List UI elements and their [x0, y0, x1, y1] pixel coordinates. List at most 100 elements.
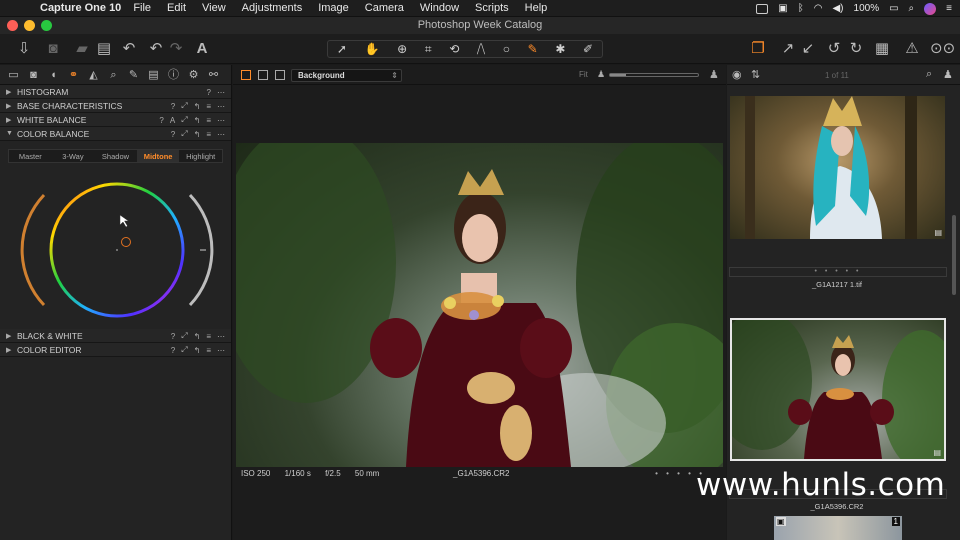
spotlight-icon[interactable]: ⌕	[909, 3, 915, 14]
layer-select[interactable]: Background	[291, 69, 402, 82]
exposure-warning-icon[interactable]: ⚠	[902, 39, 922, 59]
tab-highlight[interactable]: Highlight	[179, 150, 222, 162]
reset-icon[interactable]: ↺	[824, 39, 844, 59]
section-white-balance[interactable]: ▶ WHITE BALANCE ? A ⤢ ↰ ≡ ⋯	[0, 113, 231, 127]
local-adjust-tab-icon[interactable]: ✎	[125, 68, 142, 82]
battery-icon[interactable]: ▭	[889, 3, 898, 14]
spot-tool-icon[interactable]: ○	[503, 42, 510, 56]
details-tab-icon[interactable]: ⌕	[105, 68, 122, 82]
help-icon[interactable]: ?	[171, 346, 175, 355]
menu-icon[interactable]: ≡	[206, 346, 211, 355]
menu-image[interactable]: Image	[318, 2, 349, 14]
copy-icon[interactable]: ⤢	[181, 331, 187, 341]
metadata-tab-icon[interactable]: ⓘ	[165, 68, 182, 82]
menu-help[interactable]: Help	[525, 2, 548, 14]
camera-icon[interactable]: ◙	[43, 39, 63, 59]
expand-arrow-icon[interactable]: ▶	[6, 332, 17, 340]
redo-icon[interactable]: ↷	[166, 39, 186, 59]
collapse-arrow-icon[interactable]: ▼	[6, 130, 17, 137]
expand-arrow-icon[interactable]: ▶	[6, 346, 17, 354]
thumbnail-3[interactable]: ▣ 1	[774, 516, 902, 540]
thumbnail-2-selected[interactable]: ▤	[730, 318, 946, 461]
single-view-icon[interactable]	[258, 70, 268, 80]
crop-tool-icon[interactable]: ⌗	[425, 42, 432, 57]
multi-view-icon[interactable]	[241, 70, 251, 80]
import-icon[interactable]: ⇩	[14, 39, 34, 59]
eye-icon[interactable]: ◉	[732, 68, 742, 81]
search-icon[interactable]: ⌕	[926, 68, 932, 81]
select-tool-icon[interactable]: ➚	[337, 42, 347, 56]
exposure-tab-icon[interactable]: ◭	[85, 68, 102, 82]
more-icon[interactable]: ⋯	[217, 88, 225, 97]
help-icon[interactable]: ?	[171, 332, 175, 341]
adjustments-tab-icon[interactable]: ▤	[145, 68, 162, 82]
reset-icon[interactable]: ↰	[194, 102, 201, 111]
text-tool-icon[interactable]: A	[192, 39, 212, 59]
refresh-icon[interactable]: ↻	[846, 39, 866, 59]
tab-master[interactable]: Master	[9, 150, 52, 162]
trash-icon[interactable]: ▤	[94, 39, 114, 59]
output-tab-icon[interactable]: ⚙	[185, 68, 202, 82]
section-black-white[interactable]: ▶ BLACK & WHITE ? ⤢ ↰ ≡ ⋯	[0, 329, 231, 343]
copy-icon[interactable]: ⤢	[181, 345, 187, 355]
thumbnail-1[interactable]: ▤	[730, 96, 945, 239]
bluetooth-icon[interactable]: ᛒ	[798, 3, 804, 14]
copy-adjust-tool-icon[interactable]: ✐	[583, 42, 593, 56]
color-wheel-graphic[interactable]	[0, 163, 232, 323]
display-icon[interactable]	[756, 3, 769, 14]
pan-tool-icon[interactable]: ✋	[365, 42, 380, 56]
undo-icon[interactable]: ↶	[146, 39, 166, 59]
more-icon[interactable]: ⋯	[217, 130, 225, 139]
color-tab-icon[interactable]: ⚭	[65, 68, 82, 82]
close-window-button[interactable]	[7, 20, 18, 31]
wifi-icon[interactable]: ◠	[814, 3, 823, 14]
tab-3-way[interactable]: 3-Way	[52, 150, 95, 162]
menu-scripts[interactable]: Scripts	[475, 2, 509, 14]
expand-arrow-icon[interactable]: ▶	[6, 88, 17, 96]
tab-midtone[interactable]: Midtone	[136, 150, 180, 162]
sort-icon[interactable]: ⇅	[751, 68, 760, 81]
menu-view[interactable]: View	[202, 2, 226, 14]
battery-percent[interactable]: 100%	[854, 3, 880, 14]
apply-adjustments-icon[interactable]: ↙	[798, 39, 818, 59]
proof-glasses-icon[interactable]: ⊙⊙	[930, 39, 955, 59]
menu-adjustments[interactable]: Adjustments	[242, 2, 303, 14]
minimize-window-button[interactable]	[24, 20, 35, 31]
auto-icon[interactable]: A	[170, 116, 175, 125]
folder-icon[interactable]: ▰	[72, 39, 92, 59]
reset-icon[interactable]: ↰	[194, 346, 201, 355]
reset-icon[interactable]: ↰	[194, 332, 201, 341]
keystone-tool-icon[interactable]: ⧸⧹	[477, 42, 485, 57]
more-icon[interactable]: ⋯	[217, 116, 225, 125]
section-histogram[interactable]: ▶ HISTOGRAM ? ⋯	[0, 85, 231, 99]
batch-tab-icon[interactable]: ⚯	[205, 68, 222, 82]
expand-arrow-icon[interactable]: ▶	[6, 116, 17, 124]
main-photo[interactable]	[236, 143, 723, 467]
siri-icon[interactable]	[924, 2, 937, 15]
undo-history-icon[interactable]: ↶	[119, 39, 139, 59]
more-icon[interactable]: ⋯	[217, 102, 225, 111]
menu-icon[interactable]: ≡	[206, 332, 211, 341]
menu-icon[interactable]: ≡	[206, 102, 211, 111]
section-base-characteristics[interactable]: ▶ BASE CHARACTERISTICS ? ⤢ ↰ ≡ ⋯	[0, 99, 231, 113]
copy-icon[interactable]: ⤢	[181, 129, 187, 139]
browser-scrollbar[interactable]	[952, 215, 956, 295]
grid-icon[interactable]: ▦	[872, 39, 892, 59]
variants-stack-icon[interactable]: ❐	[748, 39, 768, 59]
tab-shadow[interactable]: Shadow	[94, 150, 137, 162]
thumbnail-1-rating[interactable]: • • • • •	[729, 267, 947, 277]
menu-icon[interactable]: ≡	[206, 130, 211, 139]
library-tab-icon[interactable]: ▭	[5, 68, 22, 82]
zoom-tool-icon[interactable]: ⊕	[397, 42, 407, 56]
help-icon[interactable]: ?	[171, 102, 175, 111]
rotate-tool-icon[interactable]: ⟲	[449, 42, 459, 56]
reset-icon[interactable]: ↰	[194, 130, 201, 139]
user-icon[interactable]: ♟	[943, 68, 953, 81]
volume-icon[interactable]: ◀)	[832, 3, 843, 14]
more-icon[interactable]: ⋯	[217, 332, 225, 341]
help-icon[interactable]: ?	[159, 116, 163, 125]
dropbox-icon[interactable]: ▣	[778, 3, 787, 14]
notification-center-icon[interactable]: ≡	[946, 3, 952, 14]
zoom-fit-label[interactable]: Fit	[579, 70, 588, 79]
copy-adjustments-icon[interactable]: ↗	[778, 39, 798, 59]
